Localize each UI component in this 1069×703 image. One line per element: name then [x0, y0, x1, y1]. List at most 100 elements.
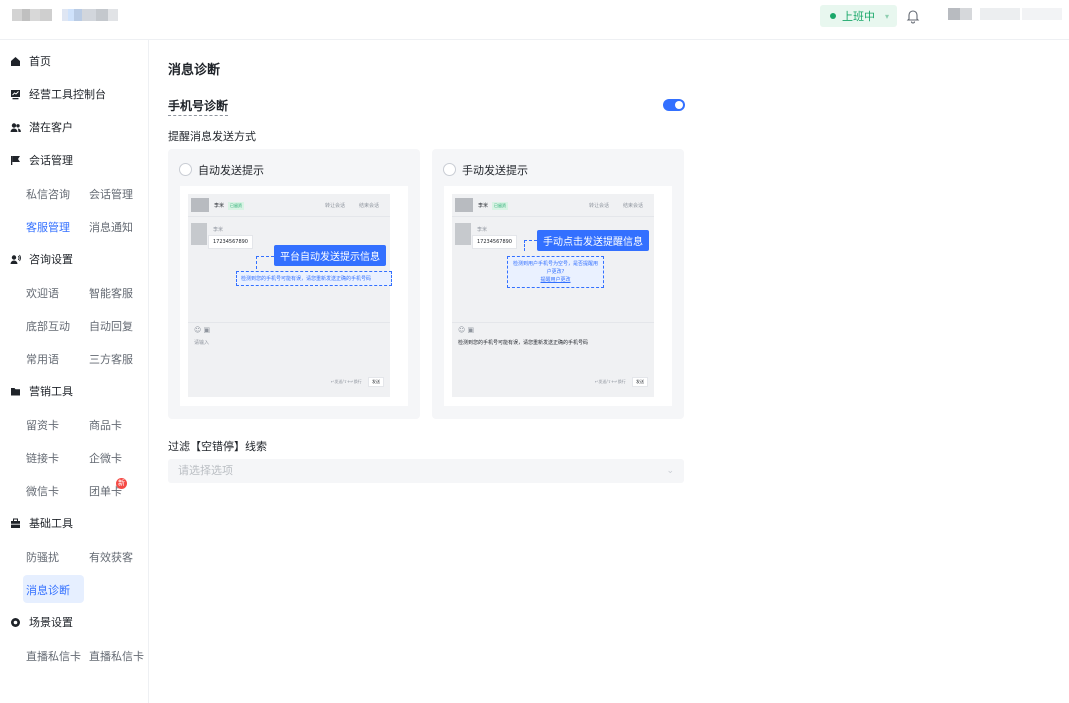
sidebar-group-label: 基础工具: [29, 517, 73, 530]
preview-phone-bubble: 17234567890: [208, 235, 253, 249]
sidebar-item-message-diagnosis[interactable]: 消息诊断: [26, 582, 70, 598]
preview-transfer: 转让会话: [589, 203, 610, 209]
footer-hint: ↵发送/⇧+↵换行: [595, 379, 626, 384]
preview-callout: 手动点击发送提醒信息: [537, 230, 649, 251]
bell-icon[interactable]: [906, 8, 920, 24]
preview-sender: 李米: [213, 227, 224, 233]
emoji-icon: ☺ ▣: [194, 326, 211, 334]
auto-preview-image: 李米 已留资 转让会话 结束会话 李米 17234567890 平台自动发送提示…: [180, 186, 408, 406]
sidebar-item-live-dm-card-1[interactable]: 直播私信卡: [26, 648, 81, 664]
preview-phone-bubble: 17234567890: [472, 235, 517, 249]
sidebar-group-label: 场景设置: [29, 616, 73, 629]
callout-connector: [256, 256, 274, 269]
user-avatar-area[interactable]: [932, 4, 1069, 32]
callout-connector: [524, 240, 537, 251]
sidebar-item-agent-mgmt[interactable]: 客服管理: [26, 219, 70, 235]
users-icon: [10, 122, 21, 132]
sidebar-item-potential-customers[interactable]: 潜在客户: [10, 117, 73, 137]
sidebar-item-console[interactable]: 经营工具控制台: [10, 84, 106, 104]
sidebar-item-private-consult[interactable]: 私信咨询: [26, 186, 70, 202]
dashboard-icon: [11, 89, 20, 99]
draft-text: 检测到您的手机号可能有误，请您重新发送正确的手机号码: [458, 340, 589, 346]
sidebar-group-label: 营销工具: [29, 385, 73, 398]
preview-transfer: 转让会话: [325, 203, 346, 209]
sidebar-item-wechat-card[interactable]: 微信卡: [26, 483, 59, 499]
chevron-down-icon: ⌄: [666, 466, 674, 476]
avatar: [455, 198, 473, 212]
sidebar-group-basic-tools[interactable]: 基础工具: [10, 513, 73, 533]
phone-diagnosis-toggle[interactable]: [663, 99, 685, 111]
sidebar: 首页 经营工具控制台 潜在客户 会话管理 私信咨询 会话管理 客服管理 消息通知…: [0, 40, 149, 703]
sidebar-item-session-mgmt[interactable]: 会话管理: [89, 186, 133, 202]
preview-tag: 已留资: [228, 202, 244, 210]
scene-gear-icon: [11, 617, 20, 627]
preview-end: 结束会话: [623, 203, 644, 209]
sidebar-item-third-party-agent[interactable]: 三方客服: [89, 351, 133, 367]
status-label: 上班中: [842, 10, 875, 23]
sidebar-item-link-card[interactable]: 链接卡: [26, 450, 59, 466]
avatar: [191, 198, 209, 212]
sidebar-item-welcome[interactable]: 欢迎语: [26, 285, 59, 301]
flag-icon: [11, 155, 20, 165]
option-label-manual: 手动发送提示: [462, 164, 528, 177]
preview-notice: 检测到您的手机号可能有误，请您重新发送正确的手机号码: [236, 271, 392, 286]
sidebar-item-label: 首页: [29, 55, 51, 68]
briefcase-icon: [11, 518, 20, 528]
sidebar-item-product-card[interactable]: 商品卡: [89, 417, 122, 433]
radio-auto[interactable]: [179, 163, 192, 176]
sidebar-item-wecom-card[interactable]: 企微卡: [89, 450, 122, 466]
sidebar-item-lead-card[interactable]: 留资卡: [26, 417, 59, 433]
preview-callout: 平台自动发送提示信息: [274, 245, 386, 266]
user-voice-icon: [10, 254, 21, 264]
sidebar-item-bottom-interact[interactable]: 底部互动: [26, 318, 70, 334]
sidebar-item-live-dm-card-2[interactable]: 直播私信卡: [89, 648, 144, 664]
filter-select[interactable]: 请选择选项 ⌄: [168, 459, 684, 483]
new-badge: 新: [116, 478, 127, 489]
preview-notice: 检测到用户手机号为空号，是否提醒用户更改? 提醒用户更改: [507, 256, 604, 288]
sidebar-group-label: 咨询设置: [29, 253, 73, 266]
sidebar-item-home[interactable]: 首页: [10, 51, 51, 71]
emoji-icon: ☺ ▣: [458, 326, 475, 334]
folder-icon: [11, 387, 20, 395]
avatar: [455, 223, 471, 245]
sidebar-item-message-notify[interactable]: 消息通知: [89, 219, 133, 235]
option-card-manual[interactable]: 手动发送提示 李米 已留资 转让会话 结束会话 李米 17234567890 手…: [432, 149, 684, 419]
sidebar-item-label: 经营工具控制台: [29, 88, 106, 101]
chevron-down-icon: ▾: [885, 11, 890, 21]
sidebar-item-common-phrases[interactable]: 常用语: [26, 351, 59, 367]
top-header: 上班中 ▾: [0, 0, 1069, 40]
option-label-auto: 自动发送提示: [198, 164, 264, 177]
sidebar-item-anti-harass[interactable]: 防骚扰: [26, 549, 59, 565]
work-status-dropdown[interactable]: 上班中 ▾: [820, 5, 897, 27]
sidebar-group-consult[interactable]: 咨询设置: [10, 249, 73, 269]
preview-send-button: 发送: [368, 377, 384, 387]
sidebar-group-session[interactable]: 会话管理: [10, 150, 73, 170]
preview-tag: 已留资: [492, 202, 508, 210]
manual-preview-image: 李米 已留资 转让会话 结束会话 李米 17234567890 手动点击发送提醒…: [444, 186, 672, 406]
send-mode-label: 提醒消息发送方式: [168, 130, 256, 143]
preview-end: 结束会话: [359, 203, 380, 209]
sidebar-item-auto-reply[interactable]: 自动回复: [89, 318, 133, 334]
page-title: 消息诊断: [168, 63, 221, 78]
app-logo: [12, 9, 118, 21]
sidebar-item-smart-agent[interactable]: 智能客服: [89, 285, 133, 301]
option-card-auto[interactable]: 自动发送提示 李米 已留资 转让会话 结束会话 李米 17234567890 平…: [168, 149, 420, 419]
sidebar-item-effective-acquisition[interactable]: 有效获客: [89, 549, 133, 565]
select-placeholder: 请选择选项: [178, 464, 233, 477]
radio-manual[interactable]: [443, 163, 456, 176]
preview-sender: 李米: [477, 227, 488, 233]
home-icon: [11, 56, 20, 66]
sidebar-item-label: 潜在客户: [29, 121, 73, 134]
status-dot-icon: [830, 13, 836, 19]
preview-name: 李米: [478, 203, 489, 209]
input-placeholder: 请输入: [194, 340, 210, 346]
preview-name: 李米: [214, 203, 225, 209]
sidebar-group-marketing[interactable]: 营销工具: [10, 381, 73, 401]
footer-hint: ↵发送/⇧+↵换行: [331, 379, 362, 384]
notice-link: 提醒用户更改: [540, 277, 571, 283]
section-title-phone-diagnosis: 手机号诊断: [168, 97, 229, 116]
filter-label: 过滤【空错停】线索: [168, 440, 267, 453]
sidebar-group-scene[interactable]: 场景设置: [10, 612, 73, 632]
sidebar-group-label: 会话管理: [29, 154, 73, 167]
avatar: [191, 223, 207, 245]
